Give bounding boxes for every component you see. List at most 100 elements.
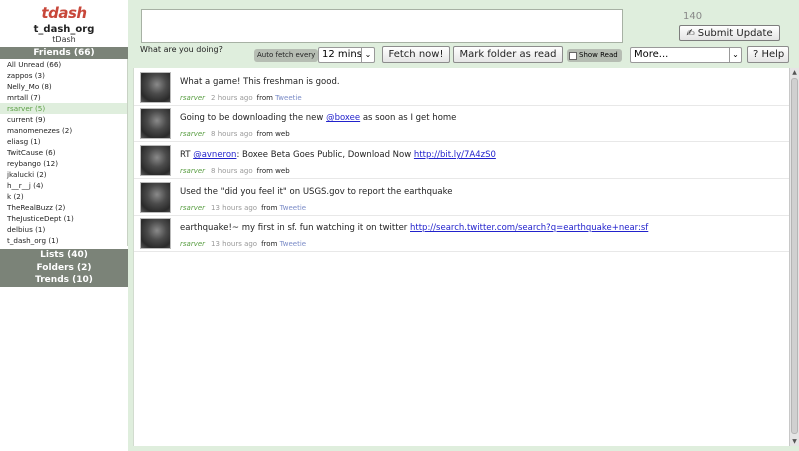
friend-list-item[interactable]: TheJusticeDept (1) (0, 213, 127, 224)
tweet-text-body: Going to be downloading the new (180, 113, 327, 123)
username: t_dash_org (33, 24, 95, 35)
tweet-timestamp: 13 hours ago (211, 204, 258, 212)
tweet-timestamp: 2 hours ago (211, 94, 253, 102)
tweet-timestamp: 8 hours ago (211, 167, 253, 175)
folders-section-header[interactable]: Folders (2) (0, 261, 128, 274)
tweet-from-label: from (256, 130, 273, 138)
tweet-from-label: from (261, 240, 278, 248)
sidebar-empty-area (0, 286, 128, 451)
tweet-row: Going to be downloading the new @boxee a… (134, 106, 790, 142)
friend-list-item[interactable]: TheRealBuzz (2) (0, 202, 127, 213)
tweet-row: earthquake!~ my first in sf. fun watchin… (134, 216, 790, 252)
tweet-row: RT @avneron: Boxee Beta Goes Public, Dow… (134, 143, 790, 179)
avatar[interactable] (140, 182, 171, 213)
avatar[interactable] (140, 108, 171, 139)
tweet-text-body: earthquake!~ my first in sf. fun watchin… (180, 223, 410, 233)
more-actions-select[interactable]: More... ⌄ (630, 47, 742, 63)
tweet-row: What a game! This freshman is good. rsarv… (134, 70, 790, 106)
tweet-from-label: from (261, 204, 278, 212)
tweet-timestamp: 8 hours ago (211, 130, 253, 138)
status-update-input[interactable] (141, 9, 623, 43)
tweet-meta: rsarver 13 hours ago from Tweetie (180, 204, 306, 212)
tweet-source[interactable]: Tweetie (280, 204, 306, 212)
app-label: tDash (52, 35, 76, 44)
tweet-feed: What a game! This freshman is good. rsarv… (133, 68, 790, 446)
friend-list-item[interactable]: TwitCause (6) (0, 147, 127, 158)
fetch-interval-value: 12 mins (322, 49, 362, 60)
tweet-text: RT @avneron: Boxee Beta Goes Public, Dow… (180, 150, 496, 160)
friend-list-item[interactable]: delbius (1) (0, 224, 127, 235)
friend-list-item[interactable]: manomenezes (2) (0, 125, 127, 136)
friend-list-item[interactable]: t_dash_org (1) (0, 235, 127, 246)
fetch-now-button[interactable]: Fetch now! (382, 46, 450, 63)
chevron-down-icon: ⌄ (361, 48, 374, 62)
tweet-text-body: RT (180, 150, 194, 160)
friend-list-item[interactable]: zappos (3) (0, 70, 127, 81)
show-read-label: Show Read (579, 51, 618, 59)
friend-list-item[interactable]: current (9) (0, 114, 127, 125)
scrollbar-thumb[interactable] (791, 78, 798, 434)
pencil-icon: ✍ (686, 27, 695, 39)
tweet-source: web (275, 167, 290, 175)
friend-list-item[interactable]: reybango (12) (0, 158, 127, 169)
friend-list-item[interactable]: jkalucki (2) (0, 169, 127, 180)
friend-list-item[interactable]: eliasg (1) (0, 136, 127, 147)
tweet-meta: rsarver 8 hours ago from web (180, 167, 290, 175)
tweet-mention-link[interactable]: @avneron (193, 150, 236, 160)
friend-list-item[interactable]: h__r__j (4) (0, 180, 127, 191)
tweet-url-link[interactable]: http://bit.ly/7A4zS0 (414, 150, 496, 160)
tweet-author-link[interactable]: rsarver (180, 167, 205, 175)
tdash-app: tdash t_dash_org tDash Friends (66) All … (0, 0, 799, 451)
avatar[interactable] (140, 218, 171, 249)
friend-list: All Unread (66) zappos (3) Nelly_Mo (8) mrt… (0, 59, 128, 246)
tweet-author-link[interactable]: rsarver (180, 240, 205, 248)
tweet-from-label: from (256, 94, 273, 102)
friend-list-item[interactable]: All Unread (66) (0, 59, 127, 70)
friends-section-header[interactable]: Friends (66) (0, 47, 128, 59)
friend-list-item[interactable]: rsarver (5) (0, 103, 127, 114)
friend-list-item[interactable]: k (2) (0, 191, 127, 202)
show-read-toggle[interactable]: Show Read (567, 49, 622, 62)
lists-section-header[interactable]: Lists (40) (0, 249, 128, 262)
tweet-text-body: : Boxee Beta Goes Public, Download Now (236, 150, 414, 160)
tweet-text: Used the "did you feel it" on USGS.gov t… (180, 187, 453, 197)
submit-update-button[interactable]: ✍ Submit Update (679, 25, 780, 41)
submit-update-label: Submit Update (697, 27, 773, 39)
tweet-url-link[interactable]: http://search.twitter.com/search?q=earth… (410, 223, 648, 233)
tweet-source[interactable]: Tweetie (280, 240, 306, 248)
more-actions-value: More... (634, 49, 669, 60)
tweet-author-link[interactable]: rsarver (180, 94, 205, 102)
tweet-timestamp: 13 hours ago (211, 240, 258, 248)
friend-list-item[interactable]: Nelly_Mo (8) (0, 81, 127, 92)
tweet-text: earthquake!~ my first in sf. fun watchin… (180, 223, 648, 233)
help-button[interactable]: ? Help (747, 46, 789, 63)
arrow-up-icon[interactable]: ▲ (790, 68, 799, 77)
feed-scrollbar[interactable]: ▲ ▼ (789, 68, 799, 446)
mark-folder-read-button[interactable]: Mark folder as read (453, 46, 563, 63)
auto-fetch-label: Auto fetch every (254, 49, 319, 62)
arrow-down-icon[interactable]: ▼ (790, 437, 799, 446)
tweet-source: web (275, 130, 290, 138)
fetch-interval-select[interactable]: 12 mins ⌄ (318, 47, 375, 63)
sidebar: tdash t_dash_org tDash Friends (66) All … (0, 0, 128, 451)
avatar[interactable] (140, 72, 171, 103)
tweet-text: What a game! This freshman is good. (180, 77, 340, 87)
tweet-meta: rsarver 13 hours ago from Tweetie (180, 240, 306, 248)
tweet-source[interactable]: Tweetie (275, 94, 301, 102)
tweet-text-body: Used the "did you feel it" on USGS.gov t… (180, 187, 453, 197)
character-count: 140 (683, 11, 703, 22)
logo-dash: dash (48, 4, 87, 22)
trends-section-header[interactable]: Trends (10) (0, 274, 128, 287)
friend-list-item[interactable]: mrtall (7) (0, 92, 127, 103)
tweet-from-label: from (256, 167, 273, 175)
tweet-mention-link[interactable]: @boxee (326, 113, 360, 123)
tweet-text: Going to be downloading the new @boxee a… (180, 113, 456, 123)
tdash-logo[interactable]: tdash (0, 4, 128, 22)
chevron-down-icon: ⌄ (729, 48, 741, 62)
tweet-author-link[interactable]: rsarver (180, 130, 205, 138)
compose-prompt: What are you doing? (140, 45, 223, 54)
tweet-author-link[interactable]: rsarver (180, 204, 205, 212)
tweet-meta: rsarver 8 hours ago from web (180, 130, 290, 138)
avatar[interactable] (140, 145, 171, 176)
show-read-checkbox[interactable] (569, 51, 577, 60)
